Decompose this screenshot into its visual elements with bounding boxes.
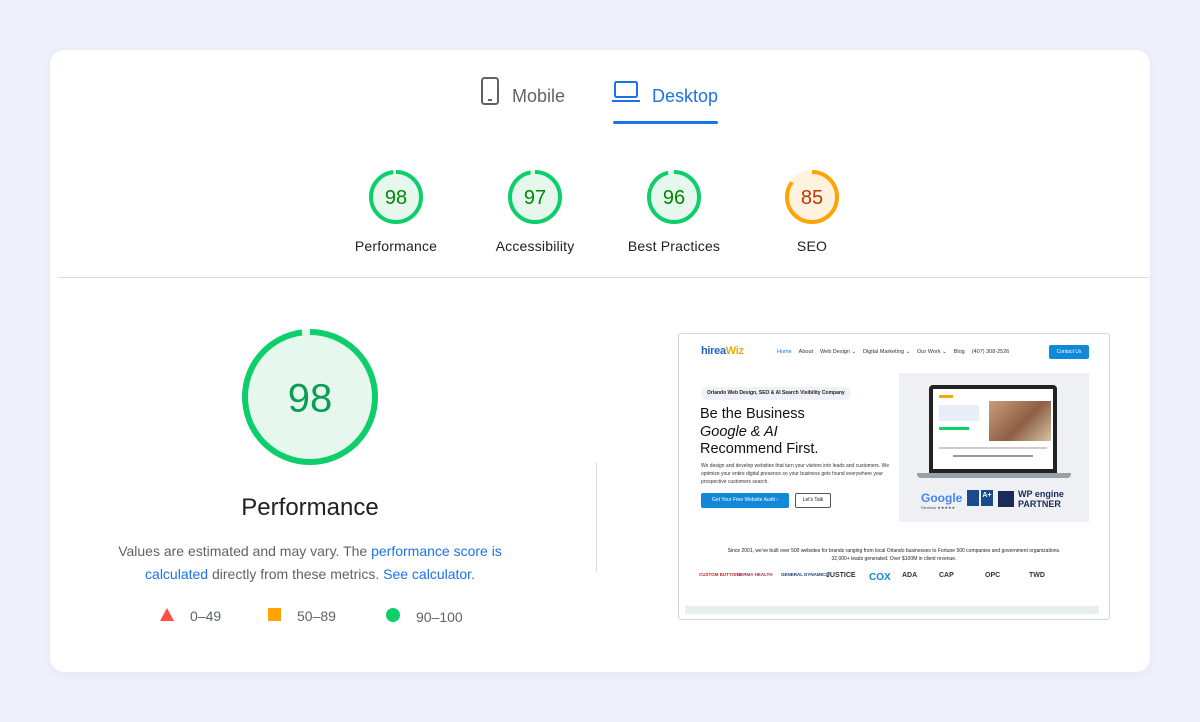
client-logos: CUSTOM BUTTONS DERMA HEALTH GENERAL DYNAMI… xyxy=(699,572,1089,588)
desc-text-3: . xyxy=(471,566,475,582)
google-reviews-logo: Google Reviews ★★★★★ xyxy=(921,491,963,510)
gauge-seo[interactable]: 85 SEO xyxy=(742,168,882,254)
nav-blog: Blog xyxy=(953,349,965,355)
score-description: Values are estimated and may vary. The p… xyxy=(90,540,530,586)
bbb-logo xyxy=(967,490,979,506)
nav-home: Home xyxy=(777,349,792,355)
gauge-label-seo: SEO xyxy=(796,238,828,254)
client-logo: OPC xyxy=(985,572,1001,579)
legend-fail: 0–49 xyxy=(160,608,221,624)
legend-fail-range: 0–49 xyxy=(190,608,222,624)
gauge-accessibility[interactable]: 97 Accessibility xyxy=(465,168,605,254)
tab-desktop-label: Desktop xyxy=(652,86,719,106)
client-logo: GENERAL DYNAMICS xyxy=(781,572,829,577)
device-tabs: Mobile Desktop xyxy=(50,50,1150,130)
accessibility-score: 97 xyxy=(524,187,546,209)
site-contact-button: Contact Us xyxy=(1049,345,1089,359)
legend-average-range: 50–89 xyxy=(297,608,336,624)
site-paragraph: We design and develop websites that turn… xyxy=(701,463,889,485)
nav-web-design: Web Design ⌄ xyxy=(820,349,857,355)
performance-gauge-large: 98 xyxy=(240,327,380,472)
site-nav-links: Home About Web Design ⌄ Digital Marketing ⌄… xyxy=(777,349,1016,355)
vertical-divider xyxy=(596,462,597,572)
circle-icon xyxy=(386,608,400,625)
best-practices-score: 96 xyxy=(663,187,685,209)
triangle-icon xyxy=(160,608,174,624)
performance-title: Performance xyxy=(241,494,379,521)
wp-engine-icon xyxy=(998,491,1014,507)
gauge-best-practices[interactable]: 96 Best Practices xyxy=(604,168,744,254)
wp-engine-partner: WP engine PARTNER xyxy=(1018,489,1064,509)
nav-our-work: Our Work ⌄ xyxy=(917,349,947,355)
site-cta-primary: Get Your Free Website Audit › xyxy=(701,493,789,508)
performance-large-score: 98 xyxy=(288,376,333,420)
section-divider xyxy=(58,277,1150,278)
gauge-label-best-practices: Best Practices xyxy=(627,238,721,254)
site-cta-secondary: Let's Talk xyxy=(795,493,831,508)
see-calculator-link[interactable]: See calculator xyxy=(383,566,471,582)
best-practices-gauge-svg: 96 xyxy=(647,170,701,224)
aplus-rating: A+ xyxy=(981,490,993,506)
client-logo: CUSTOM BUTTONS xyxy=(699,572,742,577)
legend-average: 50–89 xyxy=(268,608,336,624)
client-logo: CAP xyxy=(939,572,954,579)
client-logo: JUSTICE xyxy=(826,572,856,579)
desc-text-2: directly from these metrics. xyxy=(208,566,384,582)
gauge-label-performance: Performance xyxy=(354,238,438,254)
accessibility-gauge-svg: 97 xyxy=(508,170,562,224)
final-screenshot[interactable]: hireaWiz Home About Web Design ⌄ Digital Ma… xyxy=(678,333,1110,620)
client-logo: ADA xyxy=(902,572,918,579)
nav-phone: (407) 308-2526 xyxy=(971,349,1010,355)
client-logo: TWD xyxy=(1029,572,1045,579)
seo-score: 85 xyxy=(801,187,823,209)
gauge-label-accessibility: Accessibility xyxy=(495,238,575,254)
site-headline: Be the Business Google & AI Recommend Fi… xyxy=(700,406,819,457)
smartphone-icon xyxy=(480,76,500,111)
performance-gauge-svg: 98 xyxy=(369,170,423,224)
nav-digital-marketing: Digital Marketing ⌄ xyxy=(863,349,911,355)
laptop-icon xyxy=(612,76,640,111)
laptop-image xyxy=(929,385,1057,473)
laptop-base xyxy=(917,473,1071,478)
desc-text-1: Values are estimated and may vary. The xyxy=(118,543,372,559)
nav-about: About xyxy=(798,349,814,355)
site-since-text: Since 2001, we've built over 500 website… xyxy=(727,548,1061,562)
tab-mobile[interactable]: Mobile xyxy=(480,76,565,124)
legend-pass-range: 90–100 xyxy=(416,608,463,625)
tab-desktop[interactable]: Desktop xyxy=(612,76,718,124)
gauge-performance[interactable]: 98 Performance xyxy=(326,168,466,254)
site-badge: Orlando Web Design, SEO & AI Search Visi… xyxy=(701,387,851,400)
legend-pass: 90–100 xyxy=(386,608,463,625)
client-logo: COX xyxy=(869,572,891,583)
active-tab-indicator xyxy=(613,121,718,124)
site-logo: hireaWiz xyxy=(701,345,744,357)
site-footer-strip xyxy=(685,606,1099,614)
seo-gauge-svg: 85 xyxy=(785,170,839,224)
square-icon xyxy=(268,608,281,624)
client-logo: DERMA HEALTH xyxy=(737,572,773,577)
site-nav: hireaWiz Home About Web Design ⌄ Digital Ma… xyxy=(679,334,1109,370)
score-legend: 0–49 50–89 90–100 xyxy=(160,608,480,628)
site-hero-image: Google Reviews ★★★★★ A+ WP engine PARTNER xyxy=(899,373,1089,522)
report-card: Mobile Desktop 98 Performance 97 Accessibil… xyxy=(50,50,1150,672)
tab-mobile-label: Mobile xyxy=(512,86,566,106)
performance-score: 98 xyxy=(385,187,407,209)
